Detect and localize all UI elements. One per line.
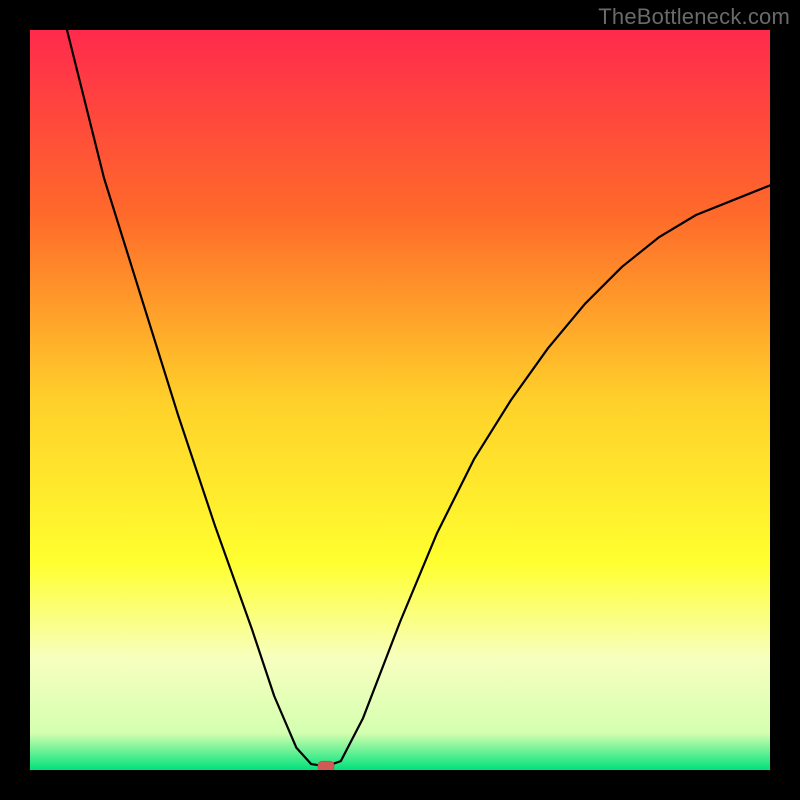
plot-area [30, 30, 770, 770]
gradient-background [30, 30, 770, 770]
watermark-text: TheBottleneck.com [598, 4, 790, 30]
chart-svg [30, 30, 770, 770]
optimum-marker [318, 761, 334, 770]
chart-container: TheBottleneck.com [0, 0, 800, 800]
